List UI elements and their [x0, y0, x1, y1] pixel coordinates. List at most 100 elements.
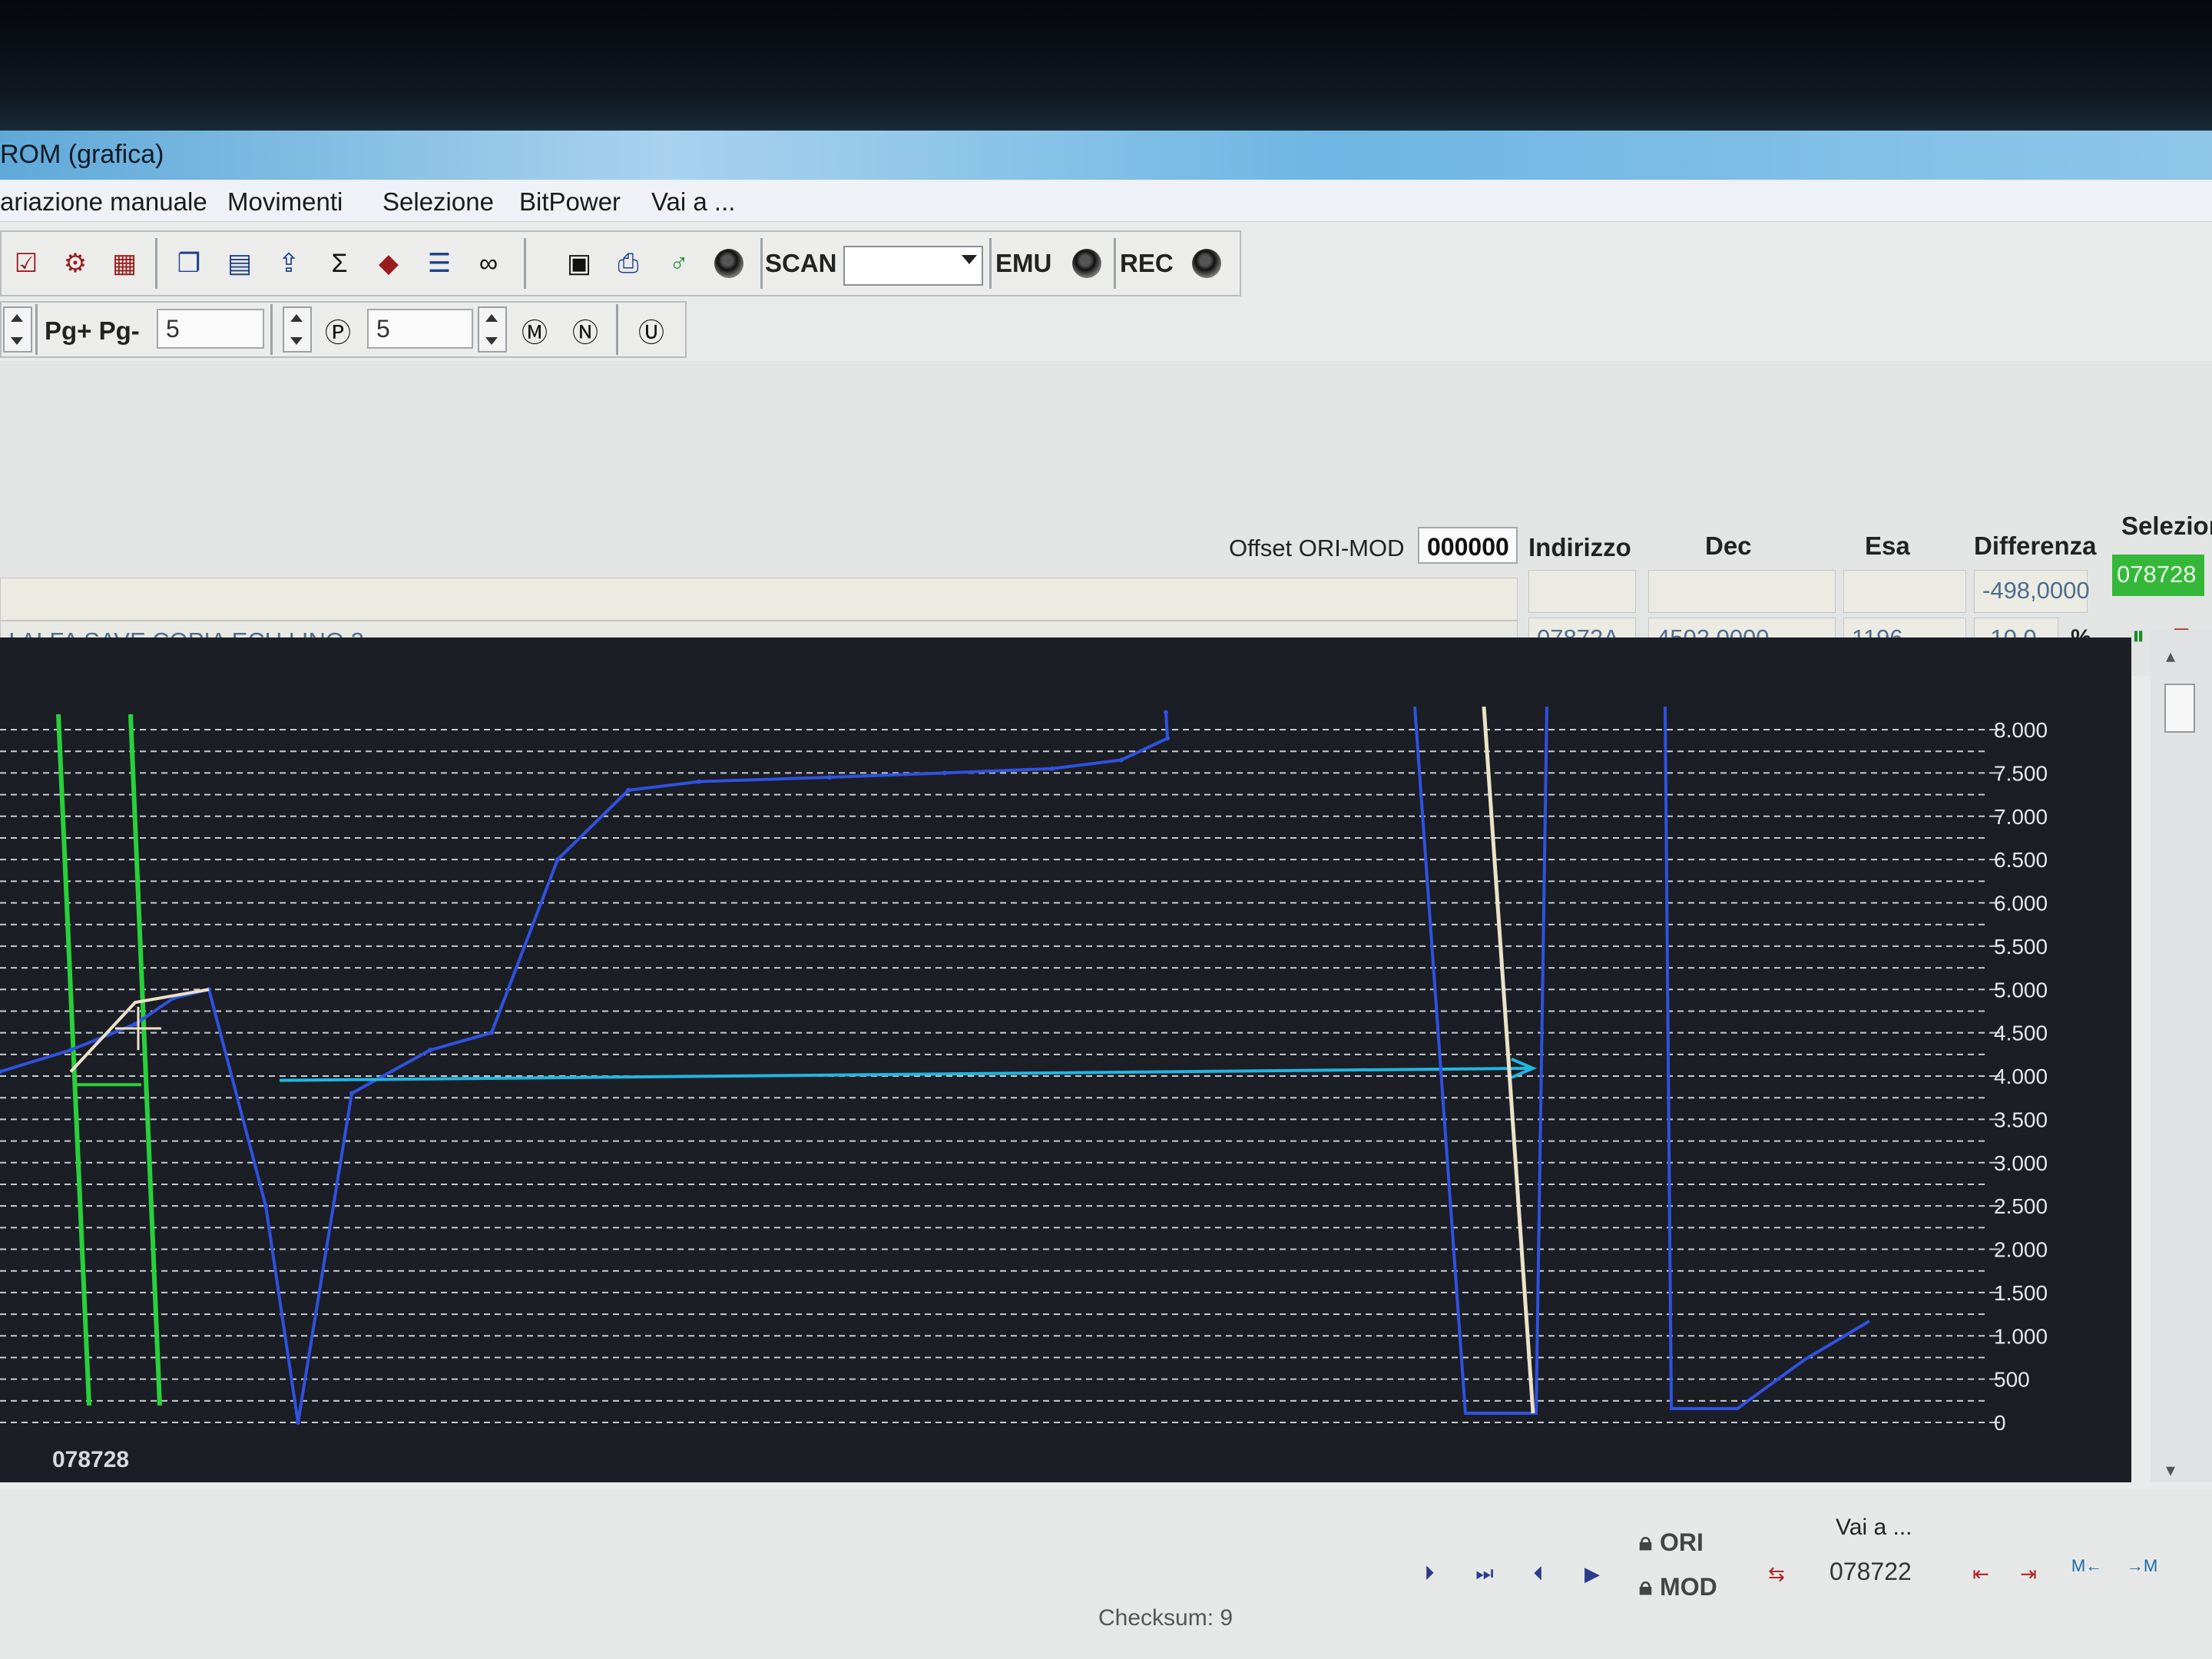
y-tick-label: 8.000 — [1994, 718, 2048, 742]
bottom-bar: ⏵ ⏭ ⏴ ▶ 🔒︎ ORI 🔒︎ MOD ⇆ Vai a ... 078722… — [0, 1490, 2212, 1659]
export-icon[interactable]: ⇪ — [269, 243, 309, 283]
mod-label: MOD — [1660, 1572, 1717, 1601]
record-icon[interactable] — [714, 249, 743, 278]
esa-header: Esa — [1865, 531, 1910, 560]
data-point — [1165, 736, 1170, 741]
title-bar: ROM (grafica) — [0, 131, 2212, 180]
y-tick-label: 2.000 — [1994, 1238, 2048, 1262]
toolbar-separator — [270, 304, 273, 355]
step-forward-icon[interactable]: ⏵ — [1407, 1551, 1452, 1596]
vai-a-input[interactable]: 078722 — [1822, 1551, 1929, 1590]
emu-radio[interactable] — [1072, 249, 1101, 278]
line-chart[interactable]: 8.000 7.500 7.000 6.500 6.000 5.500 5.000 4.500… — [0, 637, 2131, 1482]
settings-icon[interactable]: ⚙ — [55, 243, 95, 283]
data-point — [626, 787, 631, 793]
data-point — [263, 1204, 268, 1209]
menu-variazione-manuale[interactable]: ariazione manuale — [0, 187, 207, 217]
monitor-bezel — [0, 0, 2212, 134]
spin-icon[interactable] — [478, 306, 507, 353]
scan-select[interactable] — [843, 246, 983, 286]
printer-icon[interactable]: ⎙ — [608, 243, 648, 283]
toolbar-separator — [1114, 238, 1116, 289]
y-tick-label: 2.500 — [1994, 1194, 2048, 1218]
toolbar-separator — [155, 238, 157, 289]
play-icon[interactable]: ▶ — [1570, 1551, 1614, 1596]
data-point — [827, 775, 832, 780]
skip-forward-icon[interactable]: ⏭ — [1462, 1551, 1507, 1596]
mark-next-icon[interactable]: →M — [2120, 1544, 2164, 1588]
data-point — [133, 1022, 137, 1027]
y-tick-label: 5.000 — [1994, 978, 2048, 1002]
chevron-down-icon — [962, 255, 977, 264]
data-point — [296, 1420, 300, 1425]
p-icon[interactable]: Ⓟ — [318, 310, 358, 350]
menu-vai-a[interactable]: Vai a ... — [651, 187, 735, 217]
main-toolbar: ☑ ⚙ ▦ ❐ ▤ ⇪ Σ ◆ ☰ ∞ ▣ ⎙ ♂ SCAN EMU REC — [0, 230, 1241, 296]
pg-input[interactable]: 5 — [157, 309, 264, 349]
toolbar-separator — [616, 304, 618, 355]
data-point — [489, 1030, 494, 1035]
compare-icon[interactable]: ⇆ — [1754, 1551, 1799, 1596]
run-icon[interactable]: ♂ — [659, 243, 699, 283]
row1-differenza: -498,0000 — [1974, 570, 2090, 613]
y-tick-label: 1.000 — [1994, 1324, 2048, 1348]
calculator-icon[interactable]: ▤ — [220, 243, 260, 283]
toolbar-separator — [760, 238, 763, 289]
row1-dec — [1648, 570, 1836, 613]
data-point — [349, 1091, 354, 1096]
u-icon[interactable]: Ⓤ — [631, 310, 671, 350]
y-tick-label: 0 — [1994, 1411, 2006, 1435]
data-point — [1164, 710, 1168, 715]
window-title: ROM (grafica) — [0, 140, 164, 169]
binoculars-icon[interactable]: ∞ — [469, 243, 508, 283]
vertical-scrollbar[interactable]: ▴ ▾ — [2151, 630, 2212, 1482]
scroll-up-icon[interactable]: ▴ — [2166, 645, 2175, 667]
check-icon[interactable]: ☑ — [6, 243, 46, 283]
offset-label: Offset ORI-MOD — [1229, 535, 1405, 561]
scroll-thumb[interactable] — [2164, 684, 2195, 733]
selezione-header: Selezion — [2121, 512, 2212, 540]
n-icon[interactable]: Ⓝ — [565, 310, 605, 350]
scroll-down-icon[interactable]: ▾ — [2166, 1459, 2175, 1482]
data-point — [555, 857, 560, 863]
series-line — [0, 712, 1170, 1423]
grid-icon[interactable]: ☰ — [419, 243, 459, 283]
shift-arrow — [279, 1066, 1532, 1082]
y-tick-label: 7.000 — [1994, 805, 2048, 829]
rec-radio[interactable] — [1192, 249, 1221, 278]
y-tick-label: 4.500 — [1994, 1022, 2048, 1045]
cursor-line-start — [56, 714, 91, 1406]
row1-indirizzo — [1528, 570, 1636, 613]
y-tick-label: 3.000 — [1994, 1151, 2048, 1175]
p-input[interactable]: 5 — [367, 309, 473, 349]
calendar-icon[interactable]: ▦ — [104, 243, 144, 283]
m-icon[interactable]: Ⓜ — [515, 310, 555, 350]
emu-label: EMU — [995, 249, 1052, 277]
step-back-icon[interactable]: ⏴ — [1516, 1551, 1561, 1596]
vai-a-label: Vai a ... — [1836, 1515, 1912, 1540]
checksum: Checksum: 9 — [1098, 1605, 1233, 1631]
selection-line-right — [1482, 706, 1535, 1414]
spin-icon[interactable] — [283, 306, 312, 353]
sum-icon[interactable]: Σ — [320, 243, 359, 283]
y-tick-label: 3.500 — [1994, 1108, 2048, 1131]
spin-icon[interactable] — [3, 306, 32, 353]
menu-movimenti[interactable]: Movimenti — [227, 187, 343, 217]
menu-selezione[interactable]: Selezione — [382, 187, 494, 217]
copy-icon[interactable]: ❐ — [169, 243, 209, 283]
window-icon[interactable]: ▣ — [559, 243, 599, 283]
differenza-header: Differenza — [1974, 531, 2097, 560]
y-tick-label: 500 — [1994, 1368, 2030, 1392]
application-window: ROM (grafica) ariazione manuale Moviment… — [0, 131, 2212, 1659]
graph-area: 8.000 7.500 7.000 6.500 6.000 5.500 5.000 4.500… — [0, 637, 2131, 1482]
menu-bitpower[interactable]: BitPower — [519, 187, 621, 217]
goto-mod-icon[interactable]: ⇥ — [2006, 1551, 2051, 1596]
mark-prev-icon[interactable]: M← — [2065, 1544, 2109, 1588]
selection-address: 078728 — [2112, 555, 2204, 596]
data-point — [1050, 766, 1055, 771]
goto-ori-icon[interactable]: ⇤ — [1959, 1551, 2003, 1596]
ori-label: ORI — [1660, 1528, 1704, 1556]
data-point — [1119, 757, 1124, 763]
offset-input[interactable]: 000000 — [1418, 527, 1518, 564]
color-icon[interactable]: ◆ — [369, 243, 409, 283]
